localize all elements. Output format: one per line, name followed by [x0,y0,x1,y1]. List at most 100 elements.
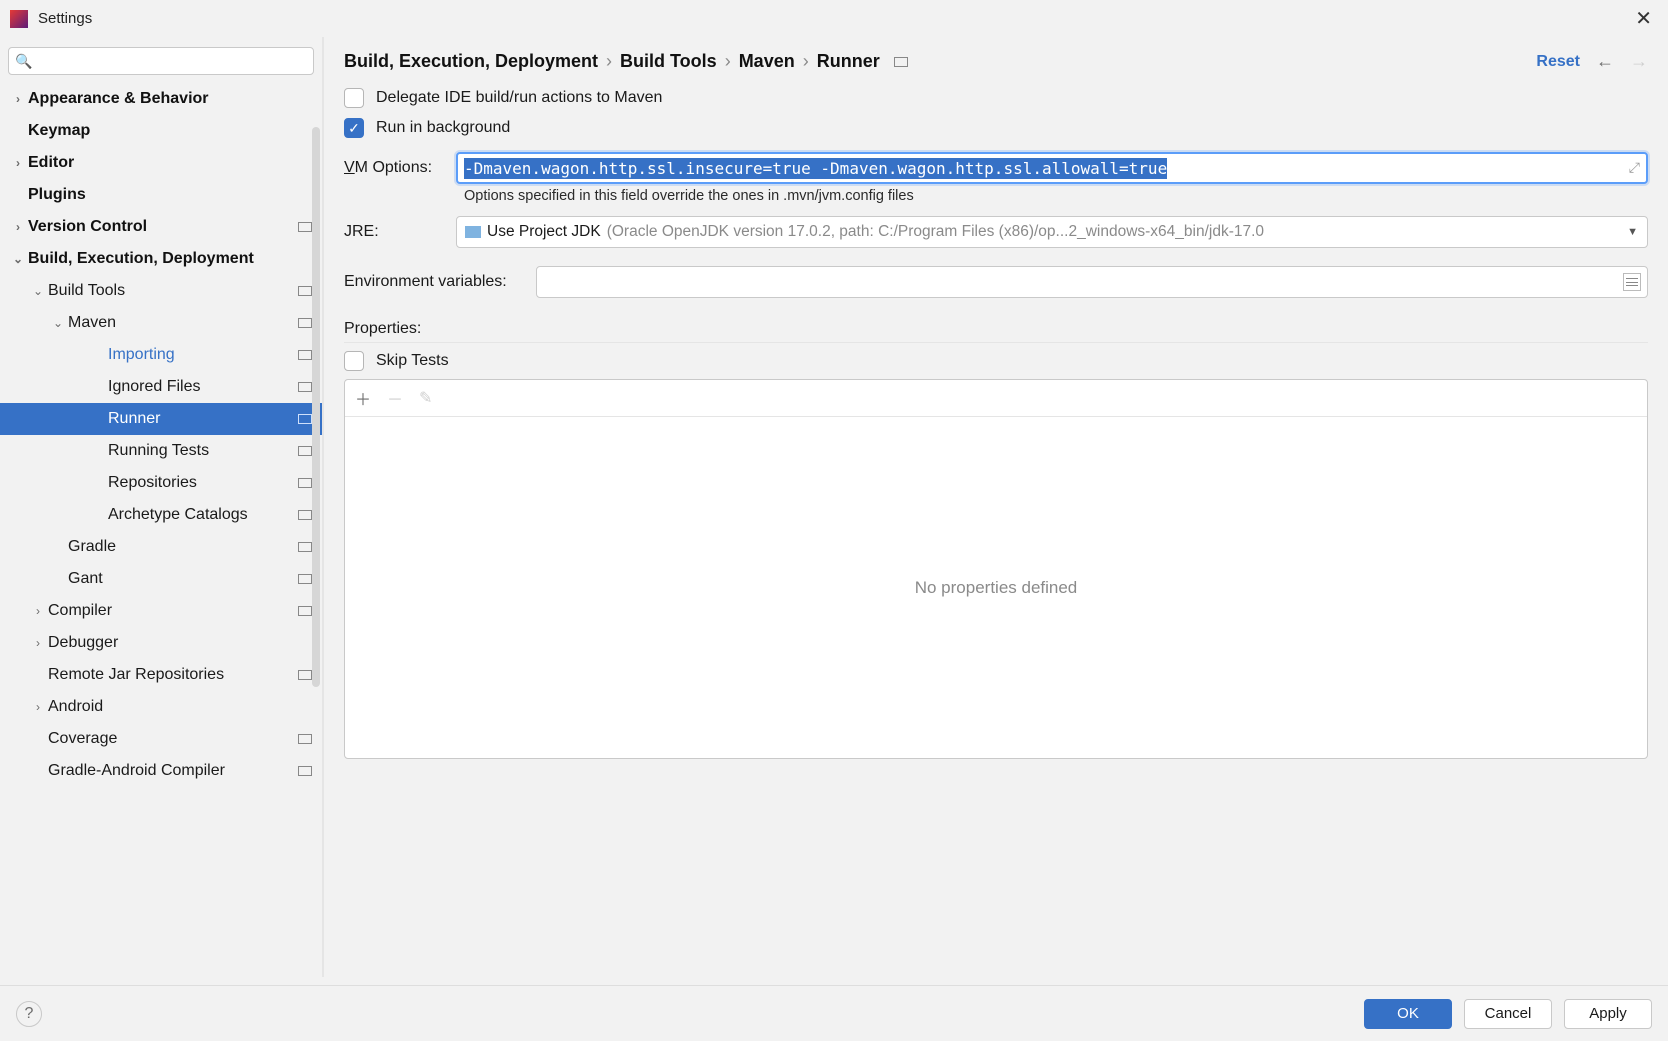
search-input-wrap: 🔍 [8,47,314,75]
tree-item[interactable]: Importing [0,339,322,371]
tree-item-label: Build, Execution, Deployment [28,250,312,268]
properties-label: Properties: [344,320,1648,343]
scope-badge-icon [298,542,312,552]
tree-item-label: Keymap [28,122,312,140]
breadcrumb-sep: › [606,51,612,72]
tree-item-label: Gradle [68,538,292,556]
nav-back-icon[interactable]: ← [1596,51,1614,72]
edit-icon: ✎ [419,388,432,408]
help-icon[interactable]: ? [16,1001,42,1027]
scope-badge-icon [298,286,312,296]
vm-options-help: Options specified in this field override… [464,188,1648,204]
expand-icon[interactable]: ⤢ [1629,159,1640,176]
breadcrumb-part[interactable]: Maven [739,51,795,72]
tree-item[interactable]: ⌄Build, Execution, Deployment [0,243,322,275]
scope-badge-icon [298,510,312,520]
tree-item[interactable]: Keymap [0,115,322,147]
chevron-right-icon[interactable]: › [28,636,48,650]
tree-item[interactable]: ›Editor [0,147,322,179]
settings-tree[interactable]: ›Appearance & BehaviorKeymap›EditorPlugi… [0,83,322,797]
apply-button[interactable]: Apply [1564,999,1652,1029]
skip-tests-checkbox[interactable] [344,351,364,371]
chevron-down-icon[interactable]: ⌄ [28,284,48,298]
ok-button[interactable]: OK [1364,999,1452,1029]
tree-item[interactable]: Gant [0,563,322,595]
nav-forward-icon: → [1630,51,1648,72]
tree-item-label: Coverage [48,730,292,748]
tree-item[interactable]: ›Appearance & Behavior [0,83,322,115]
content-panel: Build, Execution, Deployment › Build Too… [324,37,1668,977]
env-input[interactable] [536,266,1648,298]
tree-item[interactable]: ›Version Control [0,211,322,243]
scope-badge-icon [298,574,312,584]
chevron-down-icon[interactable]: ⌄ [8,252,28,266]
tree-item-label: Runner [108,410,292,428]
tree-item[interactable]: Archetype Catalogs [0,499,322,531]
jre-detail-text: (Oracle OpenJDK version 17.0.2, path: C:… [607,223,1264,241]
tree-item[interactable]: Running Tests [0,435,322,467]
search-icon: 🔍 [15,53,32,70]
properties-empty-text: No properties defined [345,417,1647,758]
tree-item[interactable]: ›Debugger [0,627,322,659]
scope-badge-icon [298,350,312,360]
tree-item[interactable]: Repositories [0,467,322,499]
tree-item[interactable]: ›Android [0,691,322,723]
vm-options-input[interactable] [456,152,1648,184]
list-icon[interactable] [1623,273,1641,291]
dialog-footer: ? OK Cancel Apply [0,985,1668,1041]
scope-badge-icon [298,766,312,776]
scope-badge-icon [298,670,312,680]
scope-badge-icon [298,222,312,232]
breadcrumb: Build, Execution, Deployment › Build Too… [344,51,908,72]
tree-item[interactable]: Ignored Files [0,371,322,403]
run-background-checkbox[interactable] [344,118,364,138]
delegate-label[interactable]: Delegate IDE build/run actions to Maven [376,89,662,107]
scrollbar-thumb[interactable] [312,127,320,687]
close-icon[interactable]: ✕ [1629,6,1658,31]
jre-select[interactable]: Use Project JDK (Oracle OpenJDK version … [456,216,1648,248]
scope-badge-icon [298,414,312,424]
tree-item[interactable]: ⌄Maven [0,307,322,339]
tree-item[interactable]: Plugins [0,179,322,211]
tree-item-label: Gant [68,570,292,588]
run-background-label[interactable]: Run in background [376,119,510,137]
jre-main-text: Use Project JDK [487,223,601,241]
vm-options-label: VM Options: [344,159,456,177]
jre-label: JRE: [344,223,456,241]
tree-item-label: Android [48,698,312,716]
skip-tests-label[interactable]: Skip Tests [376,352,449,370]
app-logo-icon [10,10,28,28]
delegate-checkbox[interactable] [344,88,364,108]
tree-item[interactable]: Runner [0,403,322,435]
breadcrumb-part[interactable]: Build Tools [620,51,717,72]
tree-item[interactable]: Coverage [0,723,322,755]
tree-item-label: Plugins [28,186,312,204]
chevron-down-icon[interactable]: ⌄ [48,316,68,330]
chevron-right-icon[interactable]: › [28,700,48,714]
window-title: Settings [38,10,92,27]
chevron-right-icon[interactable]: › [8,92,28,106]
tree-item-label: Build Tools [48,282,292,300]
chevron-right-icon[interactable]: › [28,604,48,618]
search-input[interactable] [8,47,314,75]
tree-item[interactable]: ›Compiler [0,595,322,627]
tree-item-label: Editor [28,154,312,172]
tree-item-label: Archetype Catalogs [108,506,292,524]
vm-options-input-wrap: -Dmaven.wagon.http.ssl.insecure=true -Dm… [456,152,1648,184]
add-icon[interactable]: ＋ [355,386,371,410]
tree-item[interactable]: Gradle [0,531,322,563]
tree-item-label: Repositories [108,474,292,492]
folder-icon [465,226,481,238]
tree-item[interactable]: ⌄Build Tools [0,275,322,307]
scope-badge-icon [298,382,312,392]
cancel-button[interactable]: Cancel [1464,999,1552,1029]
tree-item-label: Maven [68,314,292,332]
chevron-right-icon[interactable]: › [8,156,28,170]
remove-icon: － [387,386,403,410]
chevron-down-icon: ▼ [1627,226,1638,238]
breadcrumb-part[interactable]: Build, Execution, Deployment [344,51,598,72]
tree-item[interactable]: Remote Jar Repositories [0,659,322,691]
chevron-right-icon[interactable]: › [8,220,28,234]
reset-link[interactable]: Reset [1536,53,1580,71]
tree-item[interactable]: Gradle-Android Compiler [0,755,322,787]
